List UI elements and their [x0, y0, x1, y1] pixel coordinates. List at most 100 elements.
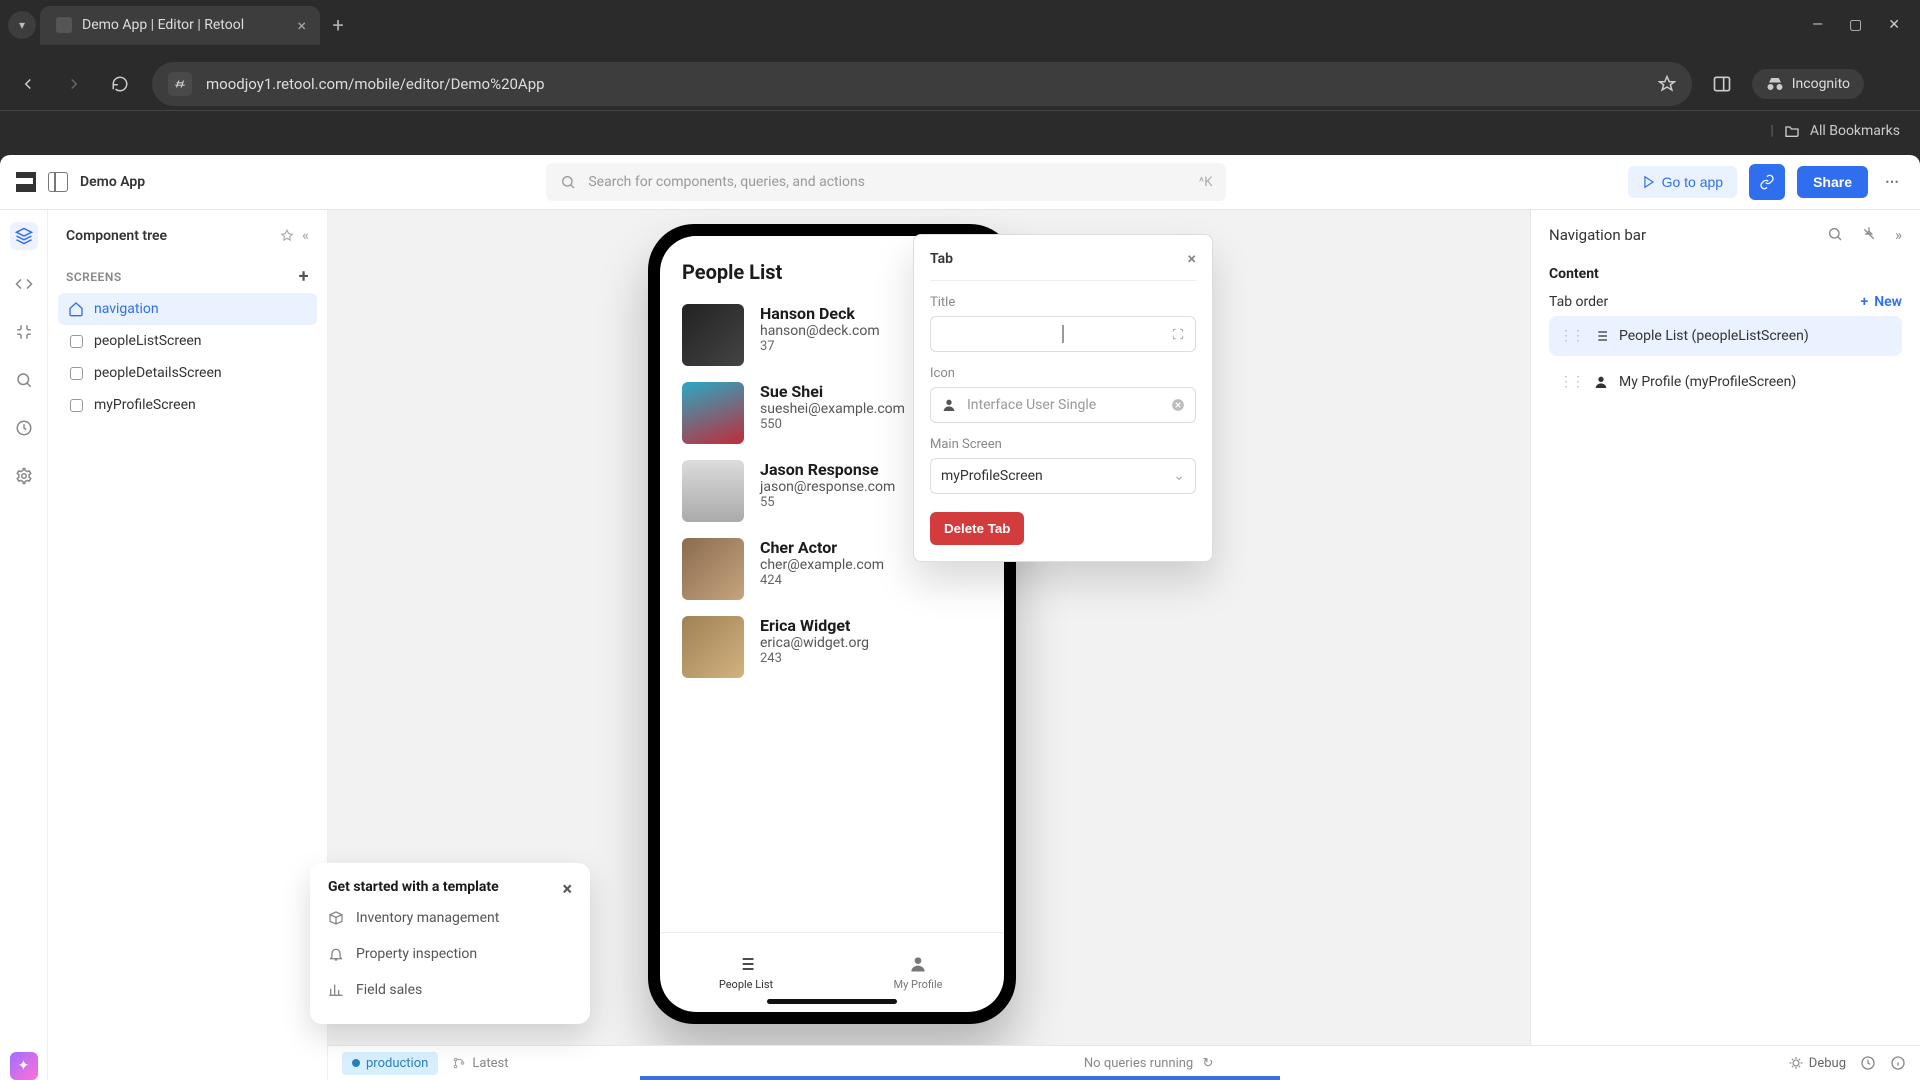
browser-tab[interactable]: Demo App | Editor | Retool ×: [40, 6, 320, 45]
right-inspector: Navigation bar » Content Tab order + N: [1530, 210, 1920, 1045]
tab-order-item[interactable]: ⋮⋮ My Profile (myProfileScreen): [1549, 362, 1902, 402]
star-icon[interactable]: [1658, 75, 1676, 93]
list-item[interactable]: Erica Widget erica@widget.org 243: [660, 608, 1004, 686]
bug-icon: [1789, 1056, 1803, 1070]
footer-right: Debug: [1789, 1055, 1906, 1071]
person-number: 243: [760, 651, 869, 666]
close-window-icon[interactable]: ✕: [1888, 17, 1900, 33]
mainscreen-select[interactable]: myProfileScreen ⌄: [930, 458, 1196, 494]
all-bookmarks[interactable]: All Bookmarks: [1810, 123, 1900, 139]
add-screen-button[interactable]: +: [299, 266, 309, 287]
tab-order-item[interactable]: ⋮⋮ People List (peopleListScreen): [1549, 316, 1902, 356]
person-email: erica@widget.org: [760, 635, 869, 651]
drag-handle-icon[interactable]: ⋮⋮: [1559, 328, 1583, 344]
collapse-icon[interactable]: «: [302, 228, 309, 244]
history-footer-icon[interactable]: [1860, 1055, 1876, 1071]
url-text: moodjoy1.retool.com/mobile/editor/Demo%2…: [206, 75, 1644, 93]
template-heading: Get started with a template: [328, 879, 499, 900]
title-field-label: Title: [930, 295, 1196, 310]
tree-item-label: myProfileScreen: [94, 397, 196, 413]
template-card: Get started with a template × Inventory …: [310, 863, 590, 1024]
icon-value: Interface User Single: [967, 397, 1096, 413]
top-actions: Go to app Share ⋯: [1628, 164, 1904, 200]
minimize-icon[interactable]: —: [1812, 17, 1823, 33]
reload-button[interactable]: [106, 70, 134, 98]
rail-settings-icon[interactable]: [10, 462, 38, 490]
info-icon[interactable]: [1890, 1055, 1906, 1071]
close-template-icon[interactable]: ×: [562, 879, 572, 900]
person-name: Jason Response: [760, 460, 895, 479]
url-field[interactable]: moodjoy1.retool.com/mobile/editor/Demo%2…: [152, 62, 1692, 106]
goto-app-button[interactable]: Go to app: [1628, 166, 1738, 198]
forward-button[interactable]: [60, 70, 88, 98]
person-number: 55: [760, 495, 895, 510]
component-tree-heading: Component tree «: [58, 224, 317, 260]
side-panel-icon[interactable]: [1710, 72, 1734, 96]
clear-icon[interactable]: [1171, 398, 1185, 412]
goto-app-label: Go to app: [1662, 174, 1724, 190]
tree-item-myprofile[interactable]: myProfileScreen: [58, 389, 317, 421]
inspector-search-icon[interactable]: [1827, 226, 1843, 244]
search-placeholder: Search for components, queries, and acti…: [588, 174, 865, 190]
tab-strip: ▾ Demo App | Editor | Retool × + — ▢ ✕: [0, 0, 1920, 50]
person-name: Cher Actor: [760, 538, 884, 557]
template-item[interactable]: Field sales: [328, 972, 572, 1008]
text-cursor-icon: [1063, 325, 1064, 343]
command-search[interactable]: Search for components, queries, and acti…: [546, 163, 1226, 201]
avatar: [682, 460, 744, 522]
rail-ai-icon[interactable]: ✦: [10, 1052, 38, 1080]
tab-dropdown[interactable]: ▾: [8, 11, 36, 39]
rail-code-icon[interactable]: [10, 270, 38, 298]
person-name: Hanson Deck: [760, 304, 880, 323]
window-controls: — ▢ ✕: [1812, 17, 1900, 33]
new-tab-button[interactable]: + New: [1861, 294, 1902, 310]
rail-history-icon[interactable]: [10, 414, 38, 442]
mainscreen-value: myProfileScreen: [941, 468, 1043, 484]
share-button[interactable]: Share: [1797, 166, 1868, 198]
tree-item-peopledetails[interactable]: peopleDetailsScreen: [58, 357, 317, 389]
panel-toggle-icon[interactable]: [48, 172, 68, 192]
copy-link-button[interactable]: [1749, 164, 1785, 200]
unpin-icon[interactable]: [1861, 226, 1877, 244]
env-pill[interactable]: production: [342, 1052, 438, 1075]
template-item-label: Property inspection: [356, 946, 477, 962]
box-icon: [328, 910, 344, 926]
delete-tab-button[interactable]: Delete Tab: [930, 512, 1024, 545]
maximize-icon[interactable]: ▢: [1849, 17, 1862, 33]
version-selector[interactable]: Latest: [452, 1056, 508, 1071]
close-popup-icon[interactable]: ×: [1188, 249, 1197, 268]
template-item[interactable]: Inventory management: [328, 900, 572, 936]
close-tab-icon[interactable]: ×: [297, 16, 306, 35]
incognito-badge[interactable]: Incognito: [1752, 69, 1864, 99]
tree-item-peoplelist[interactable]: peopleListScreen: [58, 325, 317, 357]
template-item[interactable]: Property inspection: [328, 936, 572, 972]
address-bar: moodjoy1.retool.com/mobile/editor/Demo%2…: [0, 50, 1920, 110]
rail-layers-icon[interactable]: [10, 222, 38, 250]
site-controls-icon[interactable]: [168, 72, 192, 96]
mainscreen-field-label: Main Screen: [930, 437, 1196, 452]
incognito-label: Incognito: [1792, 76, 1850, 92]
tree-item-navigation[interactable]: navigation: [58, 293, 317, 325]
rail-state-icon[interactable]: [10, 318, 38, 346]
rail-search-icon[interactable]: [10, 366, 38, 394]
retool-logo-icon[interactable]: [16, 172, 36, 192]
app-root: Demo App Search for components, queries,…: [0, 155, 1920, 1080]
person-number: 424: [760, 573, 884, 588]
back-button[interactable]: [14, 70, 42, 98]
screens-section-header: SCREENS +: [58, 260, 317, 293]
tab-title: Demo App | Editor | Retool: [82, 17, 244, 33]
debug-button[interactable]: Debug: [1789, 1056, 1846, 1071]
queries-status-label: No queries running: [1084, 1056, 1193, 1071]
new-tab-button[interactable]: +: [324, 13, 352, 37]
refresh-icon[interactable]: ↻: [1202, 1056, 1213, 1071]
pin-icon[interactable]: [280, 229, 294, 243]
template-icon[interactable]: [1171, 327, 1185, 341]
chrome-menu-icon[interactable]: ⋮: [1882, 72, 1906, 96]
drag-handle-icon[interactable]: ⋮⋮: [1559, 374, 1583, 390]
bell-icon: [328, 946, 344, 962]
user-icon: [908, 954, 928, 974]
expand-icon[interactable]: »: [1895, 226, 1902, 244]
more-menu-icon[interactable]: ⋯: [1880, 170, 1904, 194]
icon-input[interactable]: Interface User Single: [930, 387, 1196, 423]
title-input[interactable]: [930, 316, 1196, 352]
